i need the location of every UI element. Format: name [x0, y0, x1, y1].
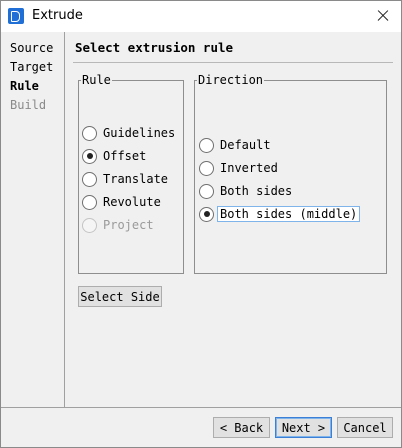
- radio-label: Default: [220, 138, 271, 152]
- radio-label: Offset: [103, 149, 147, 163]
- radio-translate[interactable]: Translate: [82, 169, 168, 189]
- radio-label: Inverted: [220, 161, 278, 175]
- direction-group-label: Direction: [197, 73, 265, 87]
- title-divider: [73, 62, 393, 63]
- radio-label: Revolute: [103, 195, 161, 209]
- title-bar: Extrude: [1, 1, 401, 32]
- radio-label: Translate: [103, 172, 169, 186]
- next-button[interactable]: Next >: [275, 417, 332, 438]
- step-rule: Rule: [10, 79, 39, 93]
- radio-label: Project: [103, 218, 154, 232]
- radio-button[interactable]: [82, 194, 97, 210]
- footer-divider: [1, 407, 401, 408]
- radio-button: [82, 217, 97, 233]
- app-logo-icon: [8, 8, 24, 24]
- select-side-button[interactable]: Select Side: [78, 286, 162, 307]
- radio-button[interactable]: [82, 125, 97, 141]
- cancel-button[interactable]: Cancel: [337, 417, 393, 438]
- back-button[interactable]: < Back: [213, 417, 270, 438]
- radio-button[interactable]: [199, 183, 214, 199]
- rule-group-label: Rule: [81, 73, 112, 87]
- radio-revolute[interactable]: Revolute: [82, 192, 161, 212]
- page-title: Select extrusion rule: [75, 40, 234, 55]
- radio-button[interactable]: [199, 160, 214, 176]
- radio-offset[interactable]: Offset: [82, 146, 146, 166]
- radio-label: Both sides (middle): [217, 206, 361, 222]
- radio-inverted[interactable]: Inverted: [199, 158, 278, 178]
- wizard-steps: Source Target Rule Build: [1, 32, 65, 407]
- radio-both-sides[interactable]: Both sides: [199, 181, 292, 201]
- close-icon[interactable]: [371, 5, 395, 27]
- extrude-dialog: Extrude Source Target Rule Build Select …: [0, 0, 402, 448]
- window-title: Extrude: [32, 8, 83, 23]
- radio-project: Project: [82, 215, 154, 235]
- radio-both-sides-middle[interactable]: Both sides (middle): [199, 204, 361, 224]
- radio-label: Both sides: [220, 184, 293, 198]
- step-target: Target: [10, 60, 54, 74]
- radio-guidelines[interactable]: Guidelines: [82, 123, 175, 143]
- radio-button[interactable]: [199, 206, 214, 222]
- radio-default[interactable]: Default: [199, 135, 271, 155]
- radio-button[interactable]: [82, 148, 97, 164]
- step-build: Build: [10, 98, 47, 112]
- radio-label: Guidelines: [103, 126, 176, 140]
- radio-button[interactable]: [199, 137, 214, 153]
- radio-button[interactable]: [82, 171, 97, 187]
- step-source: Source: [10, 41, 54, 55]
